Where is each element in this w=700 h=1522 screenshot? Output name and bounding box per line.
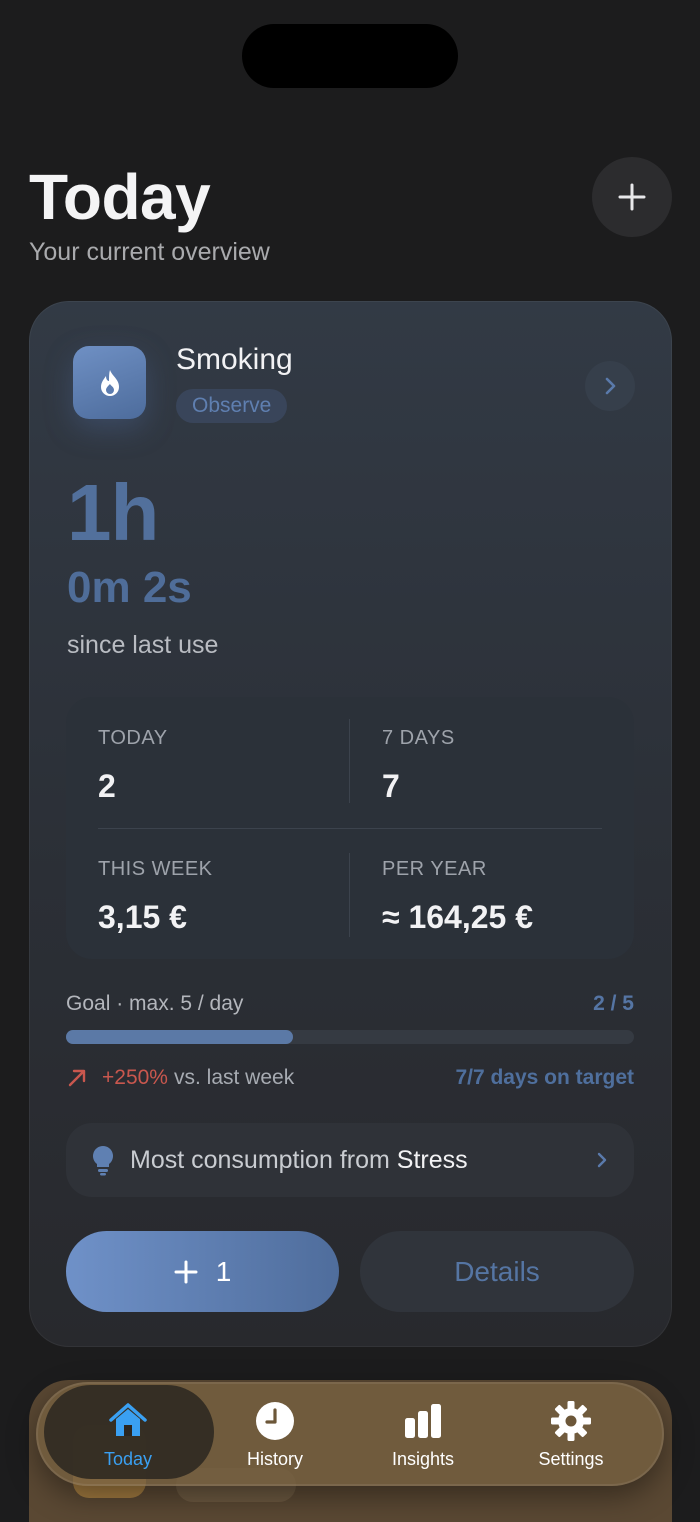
days-on-target: 7/7 days on target xyxy=(455,1066,634,1089)
stats-panel: TODAY 2 7 DAYS 7 THIS WEEK 3,15 € PER YE… xyxy=(66,697,634,959)
divider xyxy=(349,719,350,803)
activity-icon-tile xyxy=(73,346,146,419)
tab-label: History xyxy=(246,1448,303,1469)
page-subtitle: Your current overview xyxy=(29,238,270,266)
gear-icon xyxy=(551,1400,591,1441)
goal-label: Goal · max. 5 / day xyxy=(66,992,244,1015)
activity-card[interactable]: Smoking Observe 1h 0m 2s since last use … xyxy=(29,301,672,1347)
insight-row[interactable]: Most consumption from Stress xyxy=(66,1123,634,1197)
tab-label: Insights xyxy=(391,1448,455,1469)
trend-row: +250% vs. last week xyxy=(66,1066,294,1090)
page-title: Today xyxy=(29,161,211,233)
stat-label: THIS WEEK xyxy=(98,858,213,880)
tab-settings[interactable]: Settings xyxy=(496,1382,646,1486)
tab-label: Today xyxy=(103,1448,153,1469)
lightbulb-icon xyxy=(93,1146,113,1176)
open-activity-button[interactable] xyxy=(585,361,635,411)
goal-progress-fill xyxy=(66,1030,294,1044)
plus-icon xyxy=(618,183,646,211)
since-last-use-label: since last use xyxy=(67,631,219,659)
stat-value: ≈ 164,25 € xyxy=(382,899,534,935)
mode-badge: Observe xyxy=(176,389,288,423)
stat-today: TODAY 2 xyxy=(98,727,168,805)
plus-icon xyxy=(174,1260,198,1283)
stat-value: 3,15 € xyxy=(98,899,187,935)
timer-hours: 1h xyxy=(67,468,159,557)
stat-label: 7 DAYS xyxy=(382,727,455,749)
divider xyxy=(98,828,602,829)
stat-per-year: PER YEAR ≈ 164,25 € xyxy=(382,858,533,936)
plus-one-label: 1 xyxy=(215,1255,232,1287)
stat-value: 7 xyxy=(382,768,400,804)
stat-label: PER YEAR xyxy=(382,858,487,880)
add-button[interactable] xyxy=(592,157,672,237)
tab-history[interactable]: History xyxy=(200,1382,350,1486)
dynamic-island xyxy=(242,24,458,88)
tab-today[interactable]: Today xyxy=(53,1382,203,1486)
flame-icon xyxy=(100,369,119,396)
details-button[interactable]: Details xyxy=(360,1231,634,1312)
log-plus-one-button[interactable]: 1 xyxy=(66,1231,339,1312)
bar-chart-icon xyxy=(405,1403,441,1438)
tab-bar: Today History Insights Settings xyxy=(36,1382,664,1486)
trend-percent: +250% xyxy=(102,1066,168,1089)
stat-this-week: THIS WEEK 3,15 € xyxy=(98,858,213,936)
goal-count: 2 / 5 xyxy=(593,992,634,1015)
insight-text: Most consumption from Stress xyxy=(130,1145,468,1174)
timer-minutes-seconds: 0m 2s xyxy=(67,563,192,612)
arrow-up-right-icon xyxy=(68,1069,86,1087)
tab-label: Settings xyxy=(538,1448,604,1469)
chevron-right-icon xyxy=(605,377,616,395)
clock-icon xyxy=(256,1401,294,1440)
chevron-right-icon xyxy=(597,1152,607,1168)
divider xyxy=(349,853,350,937)
trend-text: vs. last week xyxy=(173,1066,295,1089)
home-icon xyxy=(109,1402,147,1436)
stat-value: 2 xyxy=(98,768,116,804)
insight-trigger: Stress xyxy=(396,1145,468,1174)
tab-insights[interactable]: Insights xyxy=(348,1382,498,1486)
stat-seven-days: 7 DAYS 7 xyxy=(382,727,455,805)
activity-name: Smoking xyxy=(176,343,293,376)
goal-progress-bar xyxy=(66,1030,634,1044)
stat-label: TODAY xyxy=(98,727,168,749)
